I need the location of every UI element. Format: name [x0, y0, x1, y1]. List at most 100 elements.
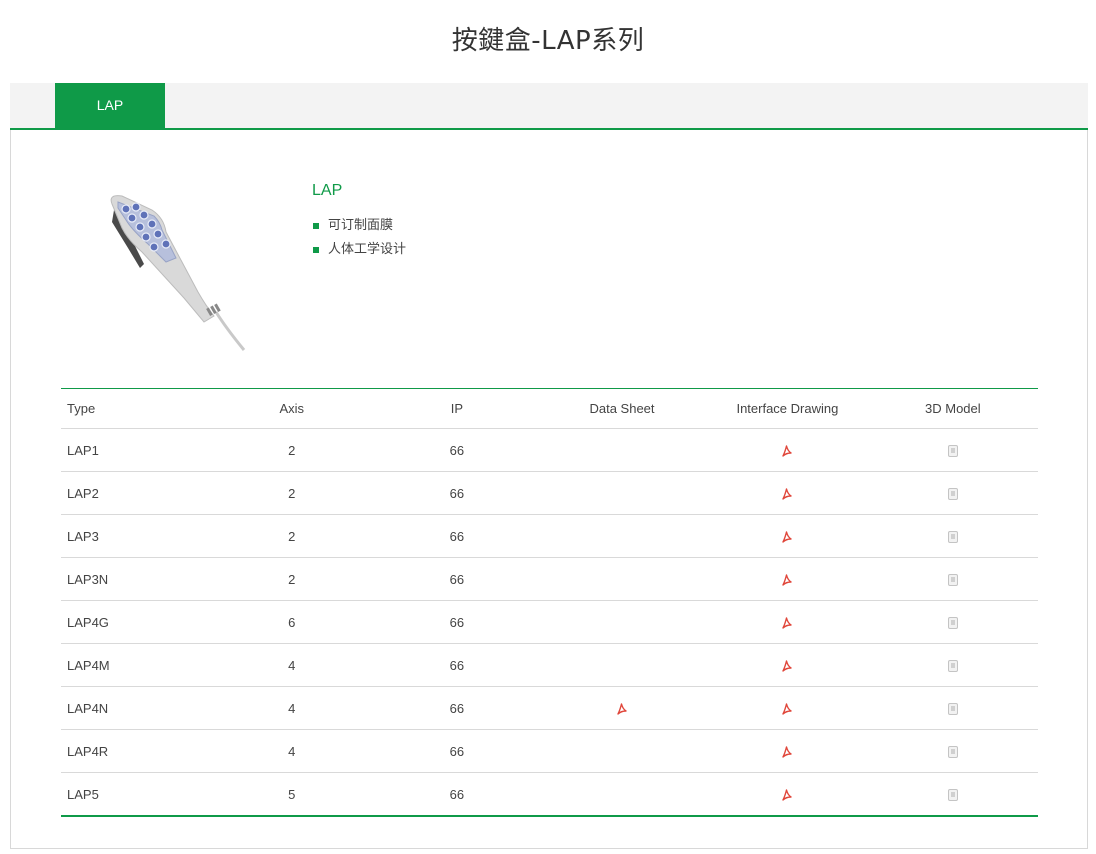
pdf-icon[interactable] — [780, 444, 794, 458]
square-bullet-icon — [313, 223, 319, 229]
cell-3d-model — [867, 600, 1038, 644]
cell-3d-model — [867, 428, 1038, 472]
pdf-icon[interactable] — [780, 659, 794, 673]
cell-interface-drawing — [707, 772, 868, 817]
cell-3d-model — [867, 686, 1038, 730]
cell-interface-drawing — [707, 471, 868, 515]
pdf-icon[interactable] — [780, 702, 794, 716]
cell-axis: 4 — [206, 729, 377, 773]
cell-axis: 4 — [206, 686, 377, 730]
cell-interface-drawing — [707, 643, 868, 687]
model-file-icon[interactable] — [946, 616, 960, 630]
cell-data-sheet — [536, 772, 708, 817]
cell-data-sheet — [536, 557, 708, 601]
model-file-icon[interactable] — [946, 702, 960, 716]
feature-item: 人体工学设计 — [312, 240, 406, 264]
cell-ip: 66 — [376, 557, 537, 601]
cell-interface-drawing — [707, 514, 868, 558]
cell-ip: 66 — [376, 514, 537, 558]
cell-3d-model — [867, 514, 1038, 558]
pdf-icon[interactable] — [780, 745, 794, 759]
header-axis: Axis — [206, 388, 377, 429]
table-row: LAP3 2 66 — [61, 514, 1038, 558]
pdf-icon[interactable] — [615, 702, 629, 716]
product-image — [110, 195, 246, 351]
header-3d-model: 3D Model — [867, 388, 1038, 429]
cell-type: LAP5 — [61, 772, 207, 817]
cell-ip: 66 — [376, 686, 537, 730]
cell-type: LAP4M — [61, 643, 207, 687]
cell-3d-model — [867, 643, 1038, 687]
cell-type: LAP3 — [61, 514, 207, 558]
table-row: LAP1 2 66 — [61, 428, 1038, 472]
tab-bar: LAP — [10, 83, 1088, 130]
model-file-icon[interactable] — [946, 444, 960, 458]
cell-3d-model — [867, 772, 1038, 817]
product-name: LAP — [312, 182, 343, 199]
cell-3d-model — [867, 471, 1038, 515]
cell-interface-drawing — [707, 686, 868, 730]
cell-type: LAP4R — [61, 729, 207, 773]
pdf-icon[interactable] — [780, 788, 794, 802]
tab-lap[interactable]: LAP — [55, 83, 165, 128]
spec-table: Type Axis IP Data Sheet Interface Drawin… — [61, 388, 1038, 817]
table-row: LAP4R 4 66 — [61, 729, 1038, 773]
cell-interface-drawing — [707, 600, 868, 644]
table-body: LAP1 2 66 LAP2 2 66 LAP3 2 66 LAP3N 2 66 LAP4G 6 66 LAP… — [61, 428, 1038, 817]
cell-type: LAP4N — [61, 686, 207, 730]
model-file-icon[interactable] — [946, 659, 960, 673]
cell-interface-drawing — [707, 729, 868, 773]
model-file-icon[interactable] — [946, 530, 960, 544]
cell-3d-model — [867, 557, 1038, 601]
cell-axis: 4 — [206, 643, 377, 687]
table-row: LAP5 5 66 — [61, 772, 1038, 817]
cell-data-sheet — [536, 471, 708, 515]
feature-text: 可订制面膜 — [328, 218, 394, 233]
cell-ip: 66 — [376, 471, 537, 515]
feature-item: 可订制面膜 — [312, 216, 406, 240]
page-title: 按鍵盒-LAP系列 — [451, 26, 645, 56]
cell-data-sheet — [536, 686, 708, 730]
cell-data-sheet — [536, 729, 708, 773]
cell-type: LAP1 — [61, 428, 207, 472]
cell-axis: 5 — [206, 772, 377, 817]
cell-ip: 66 — [376, 600, 537, 644]
cell-ip: 66 — [376, 428, 537, 472]
header-data-sheet: Data Sheet — [536, 388, 708, 429]
pdf-icon[interactable] — [780, 573, 794, 587]
model-file-icon[interactable] — [946, 573, 960, 587]
cell-type: LAP3N — [61, 557, 207, 601]
model-file-icon[interactable] — [946, 487, 960, 501]
cell-axis: 2 — [206, 428, 377, 472]
header-interface-drawing: Interface Drawing — [707, 388, 868, 429]
header-ip: IP — [376, 388, 537, 429]
cell-axis: 6 — [206, 600, 377, 644]
cell-axis: 2 — [206, 471, 377, 515]
cell-type: LAP2 — [61, 471, 207, 515]
table-row: LAP3N 2 66 — [61, 557, 1038, 601]
model-file-icon[interactable] — [946, 788, 960, 802]
cell-ip: 66 — [376, 772, 537, 817]
cell-data-sheet — [536, 428, 708, 472]
cell-axis: 2 — [206, 557, 377, 601]
cell-ip: 66 — [376, 643, 537, 687]
cell-3d-model — [867, 729, 1038, 773]
cell-data-sheet — [536, 514, 708, 558]
cell-type: LAP4G — [61, 600, 207, 644]
cell-interface-drawing — [707, 557, 868, 601]
cell-data-sheet — [536, 643, 708, 687]
table-row: LAP4G 6 66 — [61, 600, 1038, 644]
pdf-icon[interactable] — [780, 530, 794, 544]
feature-list: 可订制面膜 人体工学设计 — [312, 216, 406, 264]
cell-ip: 66 — [376, 729, 537, 773]
cell-axis: 2 — [206, 514, 377, 558]
model-file-icon[interactable] — [946, 745, 960, 759]
cell-interface-drawing — [707, 428, 868, 472]
square-bullet-icon — [313, 247, 319, 253]
table-row: LAP4N 4 66 — [61, 686, 1038, 730]
pdf-icon[interactable] — [780, 487, 794, 501]
table-header-row: Type Axis IP Data Sheet Interface Drawin… — [61, 388, 1038, 429]
header-type: Type — [61, 388, 207, 429]
pdf-icon[interactable] — [780, 616, 794, 630]
table-row: LAP4M 4 66 — [61, 643, 1038, 687]
